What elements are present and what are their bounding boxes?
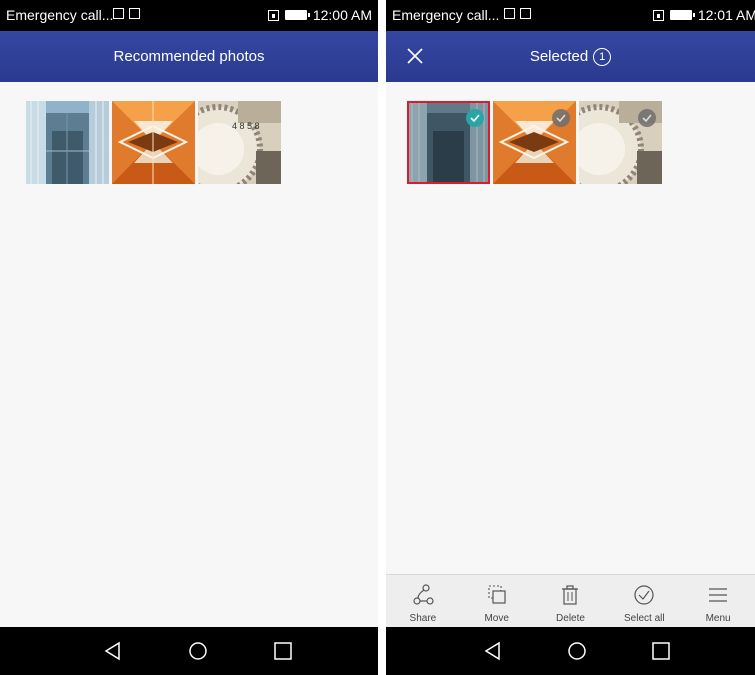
status-bar: Emergency call... 12:01 AM [386, 0, 755, 31]
photo-grid: 4 8 5 8 [26, 101, 281, 184]
delete-label: Delete [556, 613, 585, 624]
selection-screen: Emergency call... 12:01 AM Selected 1 Sh… [386, 0, 755, 675]
status-time: 12:01 AM [697, 7, 755, 23]
screen-divider [378, 0, 386, 675]
recents-icon[interactable] [273, 641, 293, 661]
selected-label: Selected [529, 48, 589, 65]
navigation-bar [386, 627, 755, 675]
photo-dial-thumb[interactable] [579, 101, 662, 184]
move-button[interactable]: Move [460, 575, 534, 628]
status-title: Emergency call... [6, 7, 114, 23]
recents-icon[interactable] [651, 641, 671, 661]
edit-notification-icon [113, 8, 124, 19]
back-icon[interactable] [103, 641, 123, 661]
sim-icon [652, 9, 664, 21]
home-icon[interactable] [188, 641, 208, 661]
menu-icon [709, 588, 728, 602]
photo-grid [407, 101, 662, 184]
photo-geometric-thumb[interactable] [493, 101, 576, 184]
photo-dial-thumb[interactable]: 4 8 5 8 [198, 101, 281, 184]
photo-building-thumb[interactable] [407, 101, 490, 184]
image-notification-icon [520, 8, 531, 19]
unselected-check-icon[interactable] [638, 109, 656, 127]
action-toolbar: Share Move Delete Select all Menu [386, 574, 755, 628]
share-label: Share [409, 613, 437, 624]
image-notification-icon [129, 8, 140, 19]
move-label: Move [484, 613, 509, 624]
svg-text:4 8 5 8: 4 8 5 8 [232, 121, 260, 131]
select-all-button[interactable]: Select all [607, 575, 681, 628]
share-button[interactable]: Share [386, 575, 460, 628]
trash-icon [562, 585, 579, 605]
move-icon [488, 585, 506, 604]
unselected-check-icon[interactable] [552, 109, 570, 127]
back-icon[interactable] [483, 641, 503, 661]
status-title: Emergency call... [392, 7, 500, 23]
recommended-photos-screen: Emergency call... 12:00 AM Recommended p… [0, 0, 378, 675]
selected-check-icon[interactable] [466, 109, 484, 127]
title-bar: Recommended photos [0, 31, 378, 82]
home-icon[interactable] [567, 641, 587, 661]
menu-button[interactable]: Menu [681, 575, 755, 628]
menu-label: Menu [705, 613, 731, 624]
title-bar: Selected 1 [386, 31, 755, 82]
selected-count-badge: 1 [593, 48, 612, 66]
page-title: Recommended photos [113, 48, 265, 65]
photo-geometric-thumb[interactable] [112, 101, 195, 184]
page-title: Selected 1 [386, 48, 755, 66]
edit-notification-icon [504, 8, 515, 19]
select-all-label: Select all [624, 613, 665, 624]
navigation-bar [0, 627, 378, 675]
battery-icon [669, 10, 695, 20]
status-time: 12:00 AM [312, 7, 372, 23]
battery-icon [284, 10, 310, 20]
share-icon [413, 584, 434, 605]
delete-button[interactable]: Delete [534, 575, 608, 628]
check-circle-icon [634, 585, 654, 605]
sim-icon [267, 9, 279, 21]
status-bar: Emergency call... 12:00 AM [0, 0, 378, 31]
photo-building-thumb[interactable] [26, 101, 109, 184]
